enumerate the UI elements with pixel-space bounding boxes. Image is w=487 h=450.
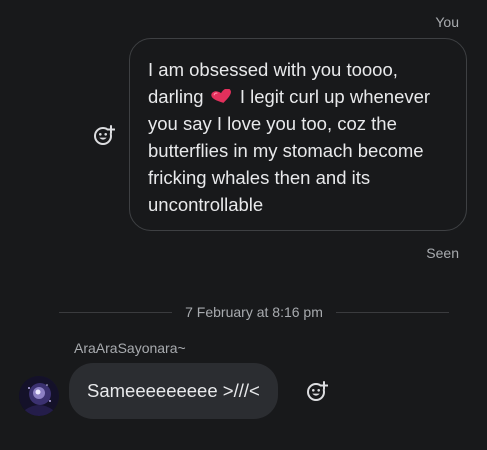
incoming-sender-name: AraAraSayonara~ — [74, 340, 186, 356]
avatar[interactable] — [19, 376, 59, 416]
pink-heart-emoji — [211, 89, 231, 103]
outgoing-sender-label: You — [435, 14, 459, 30]
add-reaction-button[interactable] — [93, 124, 115, 146]
add-reaction-icon — [307, 381, 328, 401]
incoming-message-text: Sameeeeeeeee >///< — [87, 380, 260, 401]
date-divider-line-right — [336, 312, 449, 313]
add-reaction-icon — [94, 125, 115, 145]
incoming-message-bubble[interactable]: Sameeeeeeeee >///< — [69, 363, 278, 419]
date-divider: 7 February at 8:16 pm — [185, 304, 323, 320]
date-divider-line-left — [59, 312, 172, 313]
outgoing-message-bubble[interactable]: I am obsessed with you toooo, darling I … — [129, 38, 467, 231]
avatar-image — [19, 376, 59, 416]
add-reaction-button-incoming[interactable] — [306, 380, 328, 402]
seen-status: Seen — [426, 245, 459, 261]
